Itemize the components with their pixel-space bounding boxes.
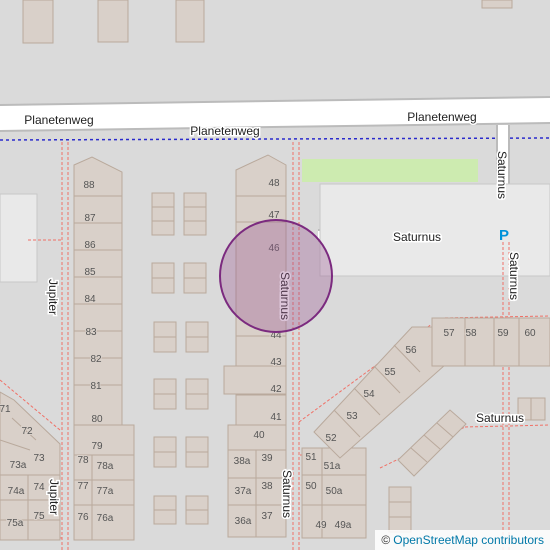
house-number: 74a: [8, 486, 25, 497]
planetenweg-label-right: Planetenweg: [407, 110, 476, 124]
house-number: 41: [270, 412, 282, 423]
house-number: 49: [315, 520, 327, 531]
house-number: 78a: [97, 461, 114, 472]
jupiter-bottom-label: Jupiter: [47, 479, 61, 515]
house-number: 43: [270, 357, 282, 368]
planetenweg-label-left: Planetenweg: [24, 113, 93, 127]
house-number: 54: [363, 389, 375, 400]
house-number: 72: [21, 426, 33, 437]
house-number: 37: [261, 511, 273, 522]
house-number: 38: [261, 481, 273, 492]
house-number: 80: [91, 414, 103, 425]
house-number: 86: [84, 240, 96, 251]
house-number: 38a: [234, 456, 251, 467]
house-number: 40: [253, 430, 265, 441]
house-number: 55: [384, 367, 396, 378]
house-number: 36a: [235, 516, 252, 527]
house-number: 39: [261, 453, 273, 464]
house-number: 73a: [10, 460, 27, 471]
house-number: 88: [83, 180, 95, 191]
house-number: 75: [33, 511, 45, 522]
saturnus-vertical-bottom-label: Saturnus: [280, 470, 294, 518]
copyright-symbol: ©: [381, 533, 391, 547]
house-number: 75a: [7, 518, 24, 529]
planetenweg-path-label: Planetenweg: [190, 124, 259, 138]
east-row-buildings: [431, 317, 550, 367]
house-number: 84: [84, 294, 96, 305]
house-number: 76: [77, 512, 89, 523]
house-number: 76a: [97, 513, 114, 524]
house-number: 51: [305, 452, 317, 463]
house-number: 51a: [324, 461, 341, 472]
house-number: 77a: [97, 486, 114, 497]
map-attribution: © OpenStreetMap contributors: [375, 530, 550, 550]
house-number: 50: [305, 481, 317, 492]
house-number: 85: [84, 267, 96, 278]
house-number: 60: [524, 328, 536, 339]
saturnus-east-label: Saturnus: [393, 230, 441, 244]
house-number: 37a: [235, 486, 252, 497]
location-marker-circle[interactable]: [219, 219, 333, 333]
jupiter-top-label: Jupiter: [46, 279, 60, 315]
house-number: 48: [268, 178, 280, 189]
house-number: 50a: [326, 486, 343, 497]
house-number: 83: [85, 327, 97, 338]
saturnus-vertical-top-label: Saturnus: [495, 151, 509, 199]
osm-attribution-link[interactable]: OpenStreetMap contributors: [393, 533, 544, 547]
map-canvas[interactable]: Planetenweg Planetenweg Planetenweg Satu…: [0, 0, 550, 550]
house-number: 42: [270, 384, 282, 395]
house-number: 56: [405, 345, 417, 356]
saturnus-southeast-label: Saturnus: [476, 411, 524, 425]
house-number: 53: [346, 411, 358, 422]
house-number: 74: [33, 482, 45, 493]
house-number: 58: [465, 328, 477, 339]
house-number: 71: [0, 404, 11, 415]
house-number: 79: [91, 441, 103, 452]
house-number: 57: [443, 328, 455, 339]
house-number: 73: [33, 453, 45, 464]
house-number: 82: [90, 354, 102, 365]
house-number: 81: [90, 381, 102, 392]
house-number: 49a: [335, 520, 352, 531]
house-number: 59: [497, 328, 509, 339]
house-number: 52: [325, 433, 337, 444]
house-number: 87: [84, 213, 96, 224]
house-number: 78: [77, 455, 89, 466]
house-number: 77: [77, 481, 89, 492]
saturnus-vertical-mid-label: Saturnus: [507, 252, 521, 300]
parking-icon: P: [499, 227, 509, 244]
grass-area: [302, 159, 478, 182]
